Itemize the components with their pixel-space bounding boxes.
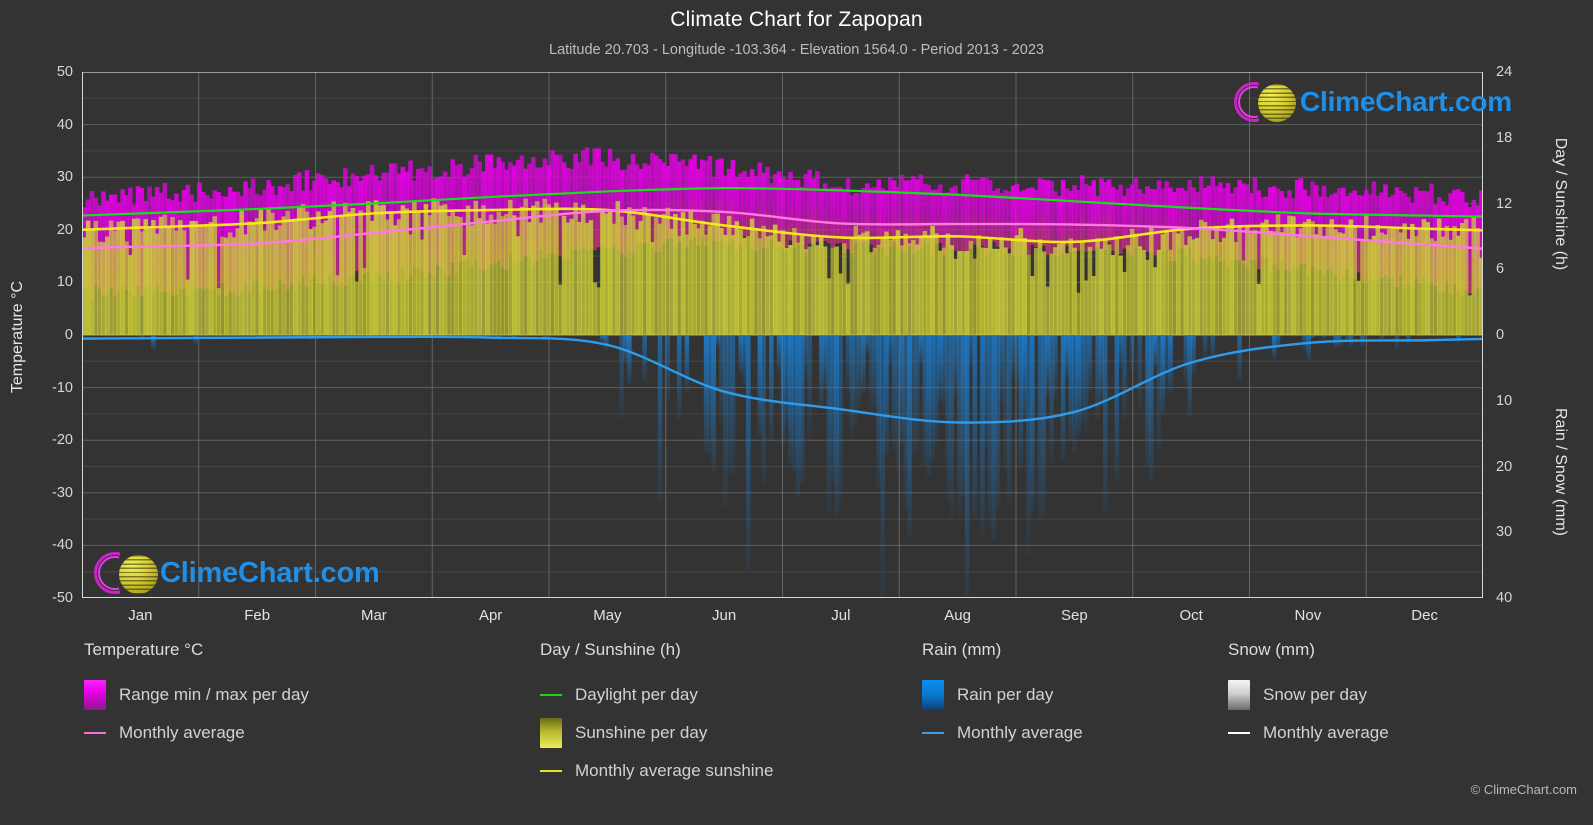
legend-swatch-icon	[1228, 680, 1250, 710]
x-tick-dec: Dec	[1411, 607, 1438, 624]
legend-header: Temperature °C	[84, 640, 204, 659]
x-tick-feb: Feb	[244, 607, 271, 624]
legend-line-icon	[922, 732, 944, 734]
chart-plot-area: Temperature °C Day / Sunshine (h) Rain /…	[9, 64, 1569, 624]
legend-item-label: Monthly average	[1263, 723, 1389, 742]
legend-item[interactable]: Rain per day	[922, 676, 1083, 714]
y-tick-left-10: 10	[56, 274, 73, 291]
x-tick-oct: Oct	[1179, 607, 1203, 624]
page-title: Climate Chart for Zapopan	[670, 8, 923, 31]
legend-column-day-sunshine-h: Day / Sunshine (h) Daylight per day Sunshi…	[540, 640, 773, 790]
y-tick-left-neg20: -20	[52, 432, 73, 449]
legend-item[interactable]: Monthly average	[1228, 714, 1389, 752]
copyright-text: © ClimeChart.com	[1470, 782, 1577, 797]
y-axis-right-day-title: Day / Sunshine (h)	[1552, 137, 1569, 271]
legend-column-snow-mm: Snow (mm) Snow per day Monthly average	[1228, 640, 1389, 752]
y-tick-left-neg10: -10	[52, 379, 73, 396]
legend-line-icon	[540, 770, 562, 772]
x-tick-jul: Jul	[831, 607, 851, 624]
legend-swatch-icon	[922, 680, 944, 710]
x-tick-jan: Jan	[128, 607, 153, 624]
x-tick-nov: Nov	[1294, 607, 1322, 624]
y-tick-day-18: 18	[1496, 129, 1513, 146]
legend-item[interactable]: Monthly average	[922, 714, 1083, 752]
legend-header: Snow (mm)	[1228, 640, 1315, 659]
y-axis-left-title: Temperature °C	[9, 280, 26, 394]
y-tick-left-30: 30	[56, 169, 73, 186]
legend-swatch-icon	[540, 718, 562, 748]
legend-item[interactable]: Sunshine per day	[540, 714, 773, 752]
legend-item-label: Daylight per day	[575, 685, 698, 704]
y-tick-rain-40: 40	[1496, 590, 1513, 606]
page-subtitle: Latitude 20.703 - Longitude -103.364 - E…	[549, 42, 1044, 58]
y-tick-day-12: 12	[1496, 195, 1513, 212]
x-tick-aug: Aug	[944, 607, 971, 624]
legend-swatch-icon	[84, 680, 106, 710]
x-tick-jun: Jun	[712, 607, 737, 624]
legend-line-icon	[1228, 732, 1250, 734]
y-tick-left-0: 0	[64, 327, 73, 343]
legend-item-label: Snow per day	[1263, 685, 1367, 704]
x-tick-apr: Apr	[478, 607, 503, 624]
y-tick-rain-30: 30	[1496, 524, 1513, 541]
y-tick-day-24: 24	[1496, 64, 1513, 80]
y-tick-left-50: 50	[56, 64, 73, 80]
legend-item-label: Rain per day	[957, 685, 1054, 704]
y-tick-left-20: 20	[56, 221, 73, 238]
legend-item[interactable]: Daylight per day	[540, 676, 773, 714]
legend-item[interactable]: Monthly average	[84, 714, 309, 752]
legend-item[interactable]: Snow per day	[1228, 676, 1389, 714]
legend-line-icon	[84, 732, 106, 734]
legend-header: Rain (mm)	[922, 640, 1002, 659]
legend-item[interactable]: Monthly average sunshine	[540, 752, 773, 790]
y-axis-right-rain-title: Rain / Snow (mm)	[1552, 407, 1569, 537]
y-tick-left-neg50: -50	[52, 590, 73, 606]
legend-item-label: Sunshine per day	[575, 723, 708, 742]
x-tick-mar: Mar	[360, 607, 387, 624]
legend-header: Day / Sunshine (h)	[540, 640, 681, 659]
y-tick-left-neg30: -30	[52, 484, 73, 501]
legend-item-label: Monthly average	[119, 723, 245, 742]
y-tick-day-0: 0	[1496, 327, 1505, 343]
y-tick-rain-10: 10	[1496, 392, 1513, 409]
climate-chart-page: Climate Chart for Zapopan Latitude 20.70…	[0, 0, 1593, 825]
legend-item-label: Monthly average sunshine	[575, 761, 774, 780]
y-tick-left-40: 40	[56, 116, 73, 133]
legend-item[interactable]: Range min / max per day	[84, 676, 309, 714]
legend-column-temperature-c: Temperature °C Range min / max per day Mon…	[84, 640, 309, 752]
legend-line-icon	[540, 694, 562, 696]
y-tick-day-6: 6	[1496, 261, 1505, 278]
x-tick-may: May	[593, 607, 622, 624]
y-tick-rain-20: 20	[1496, 458, 1513, 475]
legend-column-rain-mm: Rain (mm) Rain per day Monthly average	[922, 640, 1083, 752]
x-tick-sep: Sep	[1061, 607, 1088, 624]
chart-legend: © ClimeChart.com Temperature °C Range min…	[0, 640, 1593, 825]
legend-item-label: Monthly average	[957, 723, 1083, 742]
legend-item-label: Range min / max per day	[119, 685, 309, 704]
y-tick-left-neg40: -40	[52, 537, 73, 554]
chart-canvas	[82, 72, 1483, 598]
